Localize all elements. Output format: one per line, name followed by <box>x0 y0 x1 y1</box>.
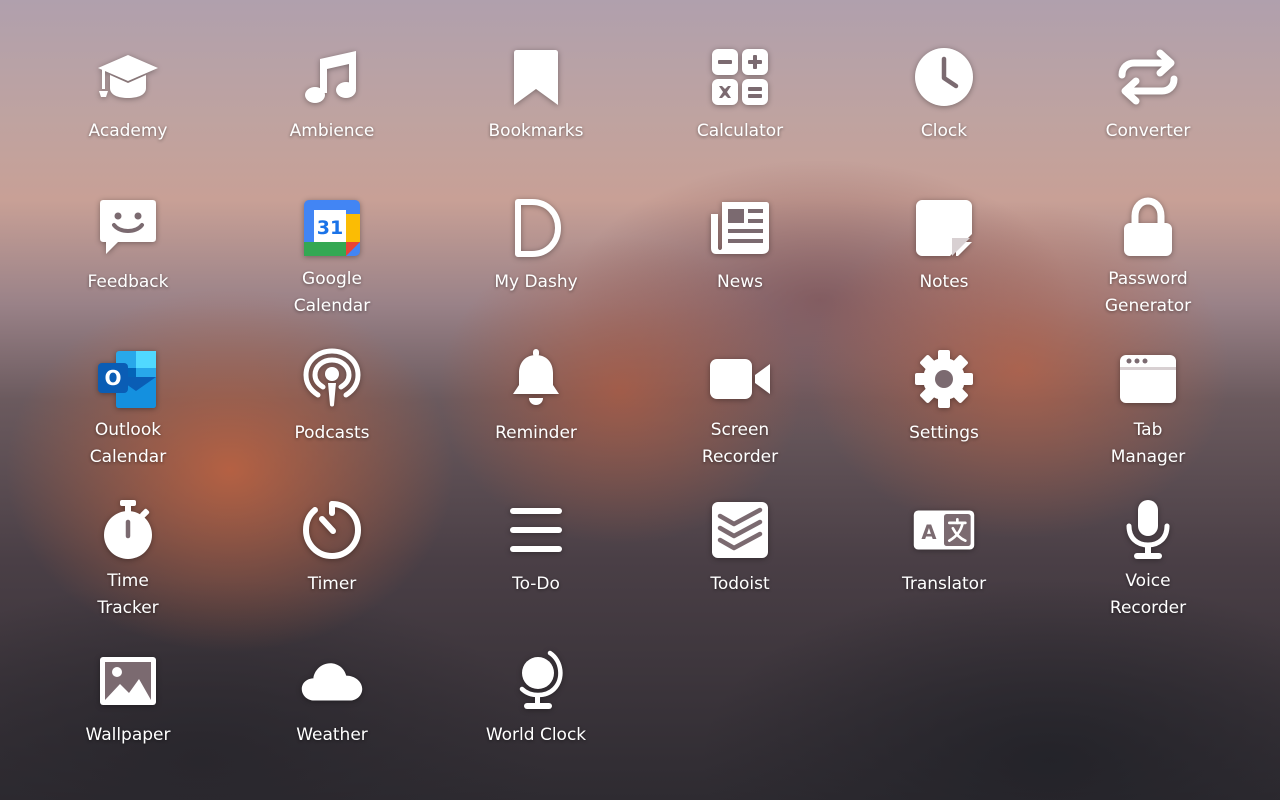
app-tile-notes[interactable]: Notes <box>842 195 1046 346</box>
app-label: Wallpaper <box>85 725 171 745</box>
calculator-icon <box>705 44 775 110</box>
app-tile-academy[interactable]: Academy <box>26 44 230 195</box>
app-tile-time-tracker[interactable]: Time Tracker <box>26 497 230 648</box>
app-label: Time Tracker <box>97 571 159 618</box>
app-label: Ambience <box>289 121 375 141</box>
app-label: Timer <box>307 574 357 594</box>
svg-text:A: A <box>921 521 937 544</box>
app-tile-weather[interactable]: Weather <box>230 648 434 799</box>
video-camera-icon <box>705 346 775 412</box>
app-label: Podcasts <box>294 423 370 443</box>
dashy-logo-icon <box>501 195 571 261</box>
app-label: Academy <box>88 121 168 141</box>
app-label: Reminder <box>495 423 577 443</box>
app-tile-timer[interactable]: Timer <box>230 497 434 648</box>
app-label: Calculator <box>696 121 784 141</box>
app-tile-calculator[interactable]: Calculator <box>638 44 842 195</box>
app-tile-voice-recorder[interactable]: Voice Recorder <box>1046 497 1250 648</box>
browser-window-icon <box>1113 346 1183 412</box>
app-label: Todoist <box>710 574 770 594</box>
app-label: World Clock <box>485 725 587 745</box>
app-tile-wallpaper[interactable]: Wallpaper <box>26 648 230 799</box>
app-label: My Dashy <box>494 272 578 292</box>
app-tile-feedback[interactable]: Feedback <box>26 195 230 346</box>
sticky-note-icon <box>909 195 979 261</box>
podcast-icon <box>297 346 367 412</box>
stopwatch-icon <box>93 497 163 563</box>
app-label: Password Generator <box>1104 269 1192 316</box>
app-label: Settings <box>909 423 979 443</box>
outlook-icon: O <box>93 346 163 412</box>
app-label: News <box>717 272 763 292</box>
calendar-day-number: 31 <box>317 217 343 239</box>
swap-arrows-icon <box>1113 44 1183 110</box>
app-tile-tab-manager[interactable]: Tab Manager <box>1046 346 1250 497</box>
app-launcher-grid: Academy Ambience Bookmarks Calculator Cl… <box>26 44 1250 799</box>
todoist-icon <box>705 497 775 563</box>
app-tile-clock[interactable]: Clock <box>842 44 1046 195</box>
list-lines-icon <box>501 497 571 563</box>
graduation-cap-icon <box>93 44 163 110</box>
clock-icon <box>909 44 979 110</box>
app-tile-world-clock[interactable]: World Clock <box>434 648 638 799</box>
music-note-icon <box>297 44 367 110</box>
app-label: Voice Recorder <box>1109 571 1187 618</box>
app-tile-google-calendar[interactable]: 31 Google Calendar <box>230 195 434 346</box>
newspaper-icon <box>705 195 775 261</box>
app-label: Tab Manager <box>1110 420 1186 467</box>
app-tile-todoist[interactable]: Todoist <box>638 497 842 648</box>
app-tile-converter[interactable]: Converter <box>1046 44 1250 195</box>
app-tile-my-dashy[interactable]: My Dashy <box>434 195 638 346</box>
app-label: Clock <box>920 121 968 141</box>
microphone-icon <box>1113 497 1183 563</box>
app-tile-reminder[interactable]: Reminder <box>434 346 638 497</box>
app-tile-news[interactable]: News <box>638 195 842 346</box>
image-icon <box>93 648 163 714</box>
app-label: Feedback <box>87 272 169 292</box>
app-tile-podcasts[interactable]: Podcasts <box>230 346 434 497</box>
app-label: Outlook Calendar <box>89 420 167 467</box>
app-tile-outlook-calendar[interactable]: O Outlook Calendar <box>26 346 230 497</box>
cloud-icon <box>297 648 367 714</box>
translate-icon: A <box>909 497 979 563</box>
app-tile-translator[interactable]: A Translator <box>842 497 1046 648</box>
app-tile-ambience[interactable]: Ambience <box>230 44 434 195</box>
app-label: Google Calendar <box>293 269 371 316</box>
timer-icon <box>297 497 367 563</box>
app-tile-to-do[interactable]: To-Do <box>434 497 638 648</box>
bookmark-icon <box>501 44 571 110</box>
outlook-letter: O <box>104 366 121 390</box>
app-label: Weather <box>296 725 368 745</box>
app-label: Notes <box>919 272 969 292</box>
app-tile-password-generator[interactable]: Password Generator <box>1046 195 1250 346</box>
app-label: Bookmarks <box>488 121 584 141</box>
app-label: To-Do <box>512 574 560 594</box>
globe-icon <box>501 648 571 714</box>
bell-icon <box>501 346 571 412</box>
gear-icon <box>909 346 979 412</box>
google-calendar-icon: 31 <box>297 195 367 261</box>
app-tile-settings[interactable]: Settings <box>842 346 1046 497</box>
padlock-icon <box>1113 195 1183 261</box>
app-label: Screen Recorder <box>701 420 779 467</box>
smiley-chat-icon <box>93 195 163 261</box>
app-label: Converter <box>1105 121 1191 141</box>
app-label: Translator <box>901 574 987 594</box>
app-tile-screen-recorder[interactable]: Screen Recorder <box>638 346 842 497</box>
app-tile-bookmarks[interactable]: Bookmarks <box>434 44 638 195</box>
